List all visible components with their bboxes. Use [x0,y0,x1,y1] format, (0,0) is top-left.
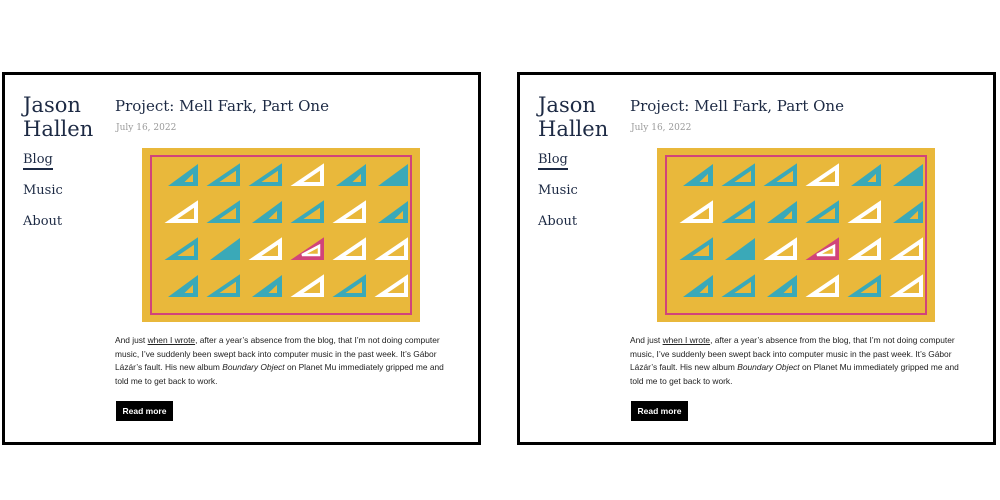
site-name-line1: Jason [538,93,596,117]
triangle-teal-outline [721,200,755,223]
triangle-teal-outline [332,274,366,297]
read-more-button[interactable]: Read more [631,401,688,421]
nav-label: About [538,214,578,229]
triangle-teal-partial [683,164,713,186]
excerpt-text: And just [115,335,148,345]
triangle-white-outline [374,274,408,297]
triangle-teal-solid [893,164,923,186]
triangle-white-outline [290,274,324,297]
triangle-white-outline [847,200,881,223]
triangle-white-outline [164,200,198,223]
album-title: Boundary Object [222,362,285,372]
nav-item-music[interactable]: Music [538,182,578,213]
triangle-teal-outline [206,274,240,297]
triangle-teal-outline [763,163,797,186]
site-name[interactable]: Jason Hallen [538,93,608,141]
album-title: Boundary Object [737,362,800,372]
triangle-white-outline [847,237,881,260]
triangle-white-outline [290,163,324,186]
post-title[interactable]: Project: Mell Fark, Part One [630,97,844,115]
triangle-white-outline [332,200,366,223]
page-preview-right: Jason Hallen Blog Music About Project: M… [517,72,996,445]
post-artwork [142,148,420,322]
excerpt-link[interactable]: when I wrote [148,335,195,345]
triangle-teal-partial [683,275,713,297]
nav-item-music[interactable]: Music [23,182,63,213]
triangle-pink-outline [805,237,839,260]
triangle-teal-outline [206,200,240,223]
site-name-line1: Jason [23,93,81,117]
nav-label: Blog [23,152,53,170]
triangle-teal-outline [248,163,282,186]
site-name[interactable]: Jason Hallen [23,93,93,141]
triangle-teal-partial [168,275,198,297]
read-more-button[interactable]: Read more [116,401,173,421]
triangle-pattern [679,163,923,297]
triangle-teal-partial [767,275,797,297]
triangle-pink-outline [290,237,324,260]
nav-label: Music [538,183,578,198]
triangle-teal-outline [290,200,324,223]
triangle-white-outline [805,163,839,186]
nav-item-about[interactable]: About [538,213,578,244]
nav-item-blog[interactable]: Blog [538,151,578,182]
triangle-teal-solid [210,238,240,260]
post-artwork [657,148,935,322]
nav-label: About [23,214,63,229]
nav-item-blog[interactable]: Blog [23,151,63,182]
post-excerpt: And just when I wrote, after a year’s ab… [115,334,445,388]
triangle-white-outline [889,237,923,260]
triangle-teal-partial [767,201,797,223]
triangle-teal-partial [893,201,923,223]
nav-label: Music [23,183,63,198]
main-nav: Blog Music About [23,151,63,244]
triangle-pattern [164,163,408,297]
nav-item-about[interactable]: About [23,213,63,244]
triangle-teal-outline [679,237,713,260]
triangle-white-outline [332,237,366,260]
triangle-white-outline [763,237,797,260]
triangle-teal-outline [721,163,755,186]
triangle-white-outline [889,274,923,297]
post-excerpt: And just when I wrote, after a year’s ab… [630,334,960,388]
triangle-white-outline [374,237,408,260]
triangle-white-outline [248,237,282,260]
triangle-teal-outline [805,200,839,223]
site-name-line2: Hallen [23,117,94,141]
post-date: July 16, 2022 [631,123,692,133]
triangle-teal-solid [378,164,408,186]
triangle-teal-partial [851,164,881,186]
post-date: July 16, 2022 [116,123,177,133]
triangle-teal-outline [206,163,240,186]
excerpt-text: And just [630,335,663,345]
triangle-teal-solid [725,238,755,260]
site-name-line2: Hallen [538,117,609,141]
triangle-teal-outline [164,237,198,260]
triangle-teal-partial [252,201,282,223]
triangle-teal-partial [336,164,366,186]
triangle-white-outline [805,274,839,297]
nav-label: Blog [538,152,568,170]
main-nav: Blog Music About [538,151,578,244]
triangle-teal-outline [847,274,881,297]
page-preview-left: Jason Hallen Blog Music About Project: M… [2,72,481,445]
triangle-teal-partial [168,164,198,186]
triangle-teal-partial [378,201,408,223]
triangle-white-outline [679,200,713,223]
triangle-teal-partial [252,275,282,297]
excerpt-link[interactable]: when I wrote [663,335,710,345]
triangle-teal-outline [721,274,755,297]
post-title[interactable]: Project: Mell Fark, Part One [115,97,329,115]
